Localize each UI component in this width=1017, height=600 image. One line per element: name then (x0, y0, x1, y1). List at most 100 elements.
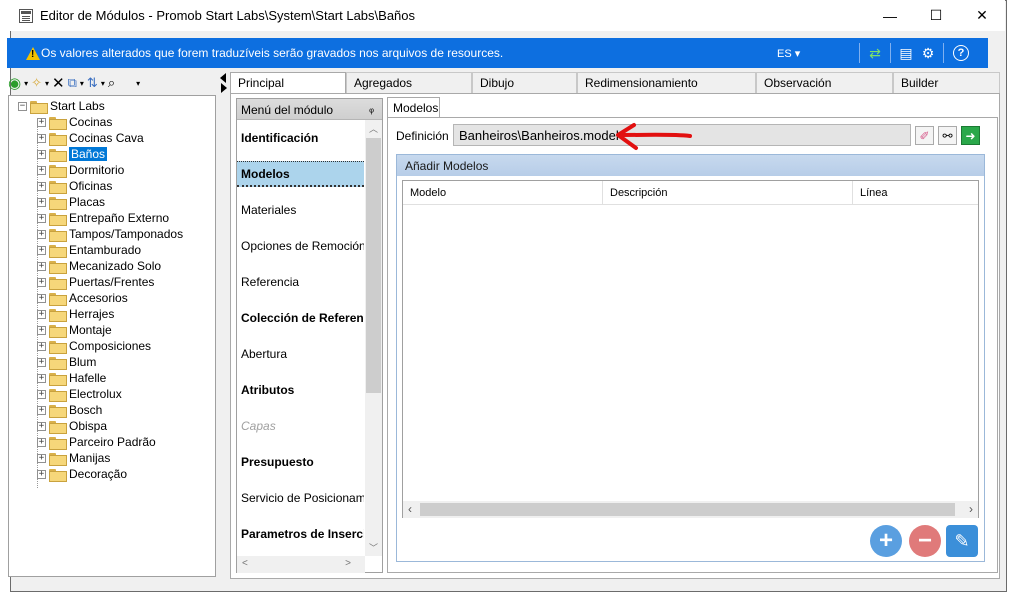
tree-item[interactable]: + Cocinas Cava (37, 130, 144, 146)
tree-item[interactable]: + Tampos/Tamponados (37, 226, 183, 242)
refresh-icon[interactable]: ⇄ (866, 44, 884, 62)
remove-button[interactable]: − (909, 525, 941, 557)
menu-item[interactable]: Opciones de Remoción (237, 233, 364, 259)
menu-horizontal-scrollbar[interactable]: < > (237, 556, 365, 573)
tree-item[interactable]: + Manijas (37, 450, 110, 466)
go-arrow-icon[interactable]: ➜ (961, 126, 980, 145)
tab-builder[interactable]: Builder (893, 72, 1000, 94)
maximize-button[interactable]: ☐ (913, 0, 959, 31)
language-selector[interactable]: ES ▾ (777, 47, 800, 60)
column-modelo[interactable]: Modelo (403, 181, 603, 205)
grid-horizontal-scrollbar[interactable]: ‹ › (403, 501, 978, 518)
tree-item[interactable]: + Puertas/Frentes (37, 274, 154, 290)
expand-icon[interactable]: + (37, 421, 46, 431)
tab-redimensionamiento[interactable]: Redimensionamiento (577, 72, 756, 94)
tab-principal[interactable]: Principal (230, 72, 346, 95)
binoculars-icon[interactable]: ⚯ (938, 126, 957, 145)
expand-icon[interactable]: + (37, 245, 46, 255)
add-button[interactable]: + (870, 525, 902, 557)
back-icon[interactable]: ◉ (8, 74, 21, 92)
menu-item[interactable]: Atributos (237, 377, 364, 403)
dropdown-arrow-icon[interactable]: ▾ (101, 74, 105, 92)
menu-item[interactable]: Referencia (237, 269, 364, 295)
tab-dibujo[interactable]: Dibujo (472, 72, 577, 94)
copy-icon[interactable]: ⧉ (68, 74, 77, 92)
tab-observacion[interactable]: Observación (756, 72, 893, 94)
expand-icon[interactable]: + (37, 373, 46, 383)
tree-item[interactable]: + Placas (37, 194, 105, 210)
tree-item[interactable]: + Hafelle (37, 370, 106, 386)
menu-item[interactable]: Abertura (237, 341, 364, 367)
new-icon[interactable]: ✧ (31, 74, 42, 92)
tree-item[interactable]: + Electrolux (37, 386, 122, 402)
close-button[interactable]: ✕ (959, 0, 1005, 31)
scroll-thumb[interactable] (366, 138, 381, 393)
tree-item[interactable]: + Oficinas (37, 178, 112, 194)
menu-item[interactable]: Identificación (237, 125, 364, 151)
tree-item[interactable]: + Bosch (37, 402, 102, 418)
expand-icon[interactable]: + (37, 341, 46, 351)
tab-agregados[interactable]: Agregados (346, 72, 472, 94)
help-icon[interactable]: ? (953, 45, 969, 61)
tree-root[interactable]: − Start Labs (18, 98, 105, 114)
expand-icon[interactable]: + (37, 453, 46, 463)
expand-icon[interactable]: + (37, 165, 46, 175)
expand-icon[interactable]: + (37, 405, 46, 415)
expand-icon[interactable]: + (37, 133, 46, 143)
tree-item[interactable]: + Blum (37, 354, 96, 370)
menu-item[interactable]: Modelos (237, 161, 364, 187)
expand-icon[interactable]: + (37, 293, 46, 303)
dropdown-arrow-icon[interactable]: ▾ (45, 74, 49, 92)
menu-item[interactable]: Colección de Referencia (237, 305, 364, 331)
tree-item[interactable]: + Entrepaño Externo (37, 210, 169, 226)
delete-icon[interactable]: ✕ (52, 74, 65, 92)
expand-icon[interactable]: + (37, 213, 46, 223)
dropdown-arrow-icon[interactable]: ▾ (80, 74, 84, 92)
menu-item[interactable]: Servicio de Posicionamiento (237, 485, 364, 511)
dropdown-arrow-icon[interactable]: ▾ (24, 74, 28, 92)
collapse-icon[interactable]: − (18, 101, 27, 111)
expand-icon[interactable]: + (37, 117, 46, 127)
tree-item[interactable]: + Montaje (37, 322, 112, 338)
expand-icon[interactable]: + (37, 309, 46, 319)
tree-item[interactable]: + Composiciones (37, 338, 151, 354)
edit-button[interactable]: ✎ (946, 525, 978, 557)
expand-icon[interactable]: + (37, 437, 46, 447)
tree-item[interactable]: + Cocinas (37, 114, 112, 130)
overflow-icon[interactable]: ▾ (136, 74, 140, 92)
sort-icon[interactable]: ⇅ (87, 74, 98, 92)
expand-icon[interactable]: + (37, 389, 46, 399)
expand-icon[interactable]: + (37, 325, 46, 335)
tree-item[interactable]: + Mecanizado Solo (37, 258, 161, 274)
expand-icon[interactable]: + (37, 197, 46, 207)
expand-icon[interactable]: + (37, 469, 46, 479)
expand-icon[interactable]: + (37, 181, 46, 191)
expand-icon[interactable]: + (37, 277, 46, 287)
expand-icon[interactable]: + (37, 229, 46, 239)
find-icon[interactable]: ⌕ (108, 74, 115, 92)
module-tree[interactable]: − Start Labs + Cocinas + Cocinas Cava + Baños… (8, 95, 216, 577)
menu-item[interactable]: Capas (237, 413, 364, 439)
menu-vertical-scrollbar[interactable]: ︿ ﹀ (365, 120, 382, 556)
expand-icon[interactable]: + (37, 149, 46, 159)
scroll-thumb[interactable] (420, 503, 955, 516)
tab-modelos[interactable]: Modelos (387, 97, 440, 118)
tree-item[interactable]: + Herrajes (37, 306, 114, 322)
eraser-icon[interactable]: ✐ (915, 126, 934, 145)
minimize-button[interactable]: — (867, 0, 913, 31)
tree-item[interactable]: + Dormitorio (37, 162, 124, 178)
tree-item[interactable]: + Baños (37, 146, 108, 162)
menu-item[interactable]: Materiales (237, 197, 364, 223)
expand-icon[interactable]: + (37, 261, 46, 271)
tree-item[interactable]: + Decoração (37, 466, 127, 482)
layout-icon[interactable]: ▤ (897, 44, 915, 62)
panel-splitter[interactable] (218, 72, 230, 94)
column-linea[interactable]: Línea (853, 181, 978, 205)
pin-icon[interactable]: ᵩ (369, 103, 374, 115)
models-grid[interactable]: Modelo Descripción Línea ‹ › (402, 180, 979, 518)
settings-icon[interactable]: ⚙ (919, 44, 937, 62)
menu-item[interactable]: Parametros de Inserción (237, 521, 364, 547)
expand-icon[interactable]: + (37, 357, 46, 367)
tree-item[interactable]: + Accesorios (37, 290, 128, 306)
column-descripcion[interactable]: Descripción (603, 181, 853, 205)
